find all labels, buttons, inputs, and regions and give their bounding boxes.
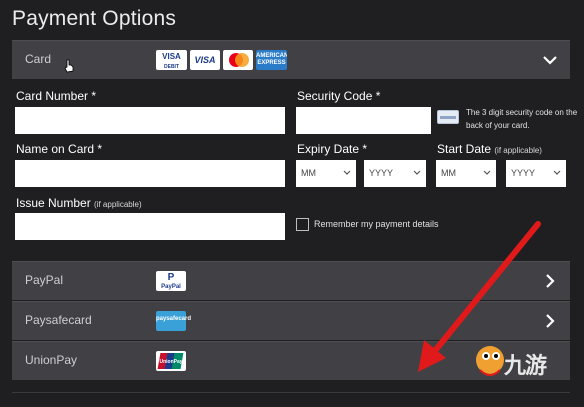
expiry-year-value: YYYY — [369, 168, 394, 178]
expiry-month-value: MM — [301, 168, 316, 178]
security-code-note: The 3 digit security code on the back of… — [466, 108, 578, 130]
start-date-label: Start Date (if applicable) — [437, 142, 542, 156]
chevron-down-icon — [343, 170, 351, 175]
method-label: UnionPay — [25, 353, 78, 367]
chevron-down-icon — [553, 170, 561, 175]
start-date-label-text: Start Date — [437, 142, 492, 156]
card-section-header[interactable]: Card VISA DEBIT VISA AMERICAN EXPRESS — [12, 40, 570, 79]
hand-cursor-icon — [64, 59, 74, 73]
visa-debit-logo: VISA DEBIT — [156, 50, 187, 70]
method-label: Paysafecard — [25, 313, 92, 327]
card-section-label: Card — [25, 52, 52, 66]
start-year-value: YYYY — [511, 168, 536, 178]
watermark-text: 九游 — [504, 353, 547, 378]
method-label: PayPal — [25, 273, 64, 287]
security-code-input[interactable] — [296, 107, 431, 134]
remember-payment-checkbox[interactable] — [296, 218, 309, 231]
chevron-right-icon[interactable] — [542, 313, 558, 329]
issue-number-label-text: Issue Number — [16, 196, 91, 210]
amex-logo: AMERICAN EXPRESS — [256, 50, 287, 70]
paysafecard-logo: paysafecard — [156, 311, 191, 331]
chevron-down-icon[interactable] — [542, 52, 558, 68]
chevron-right-icon[interactable] — [542, 273, 558, 289]
issue-number-label: Issue Number (if applicable) — [16, 196, 142, 210]
issue-number-hint: (if applicable) — [94, 200, 142, 209]
unionpay-logo: UnionPay — [156, 351, 186, 371]
security-code-label: Security Code * — [297, 89, 381, 103]
visa-logo: VISA — [190, 50, 220, 70]
chevron-down-icon — [483, 170, 491, 175]
start-date-hint: (if applicable) — [494, 146, 542, 155]
page-title: Payment Options — [12, 7, 177, 30]
start-month-select[interactable]: MM — [436, 160, 496, 187]
start-year-select[interactable]: YYYY — [506, 160, 566, 187]
expiry-month-select[interactable]: MM — [296, 160, 356, 187]
mastercard-logo — [223, 50, 253, 70]
remember-payment-label[interactable]: Remember my payment details — [314, 219, 439, 229]
name-on-card-label: Name on Card * — [16, 142, 103, 156]
name-on-card-input[interactable] — [15, 160, 285, 187]
card-back-icon — [437, 110, 459, 124]
card-number-label: Card Number * — [16, 89, 97, 103]
method-paypal[interactable]: PayPal P PayPal — [12, 261, 570, 300]
issue-number-input[interactable] — [15, 213, 285, 240]
paypal-logo: P PayPal — [156, 271, 186, 291]
card-number-input[interactable] — [15, 107, 285, 134]
start-month-value: MM — [441, 168, 456, 178]
chevron-down-icon — [413, 170, 421, 175]
expiry-date-label: Expiry Date * — [297, 142, 368, 156]
expiry-year-select[interactable]: YYYY — [364, 160, 426, 187]
